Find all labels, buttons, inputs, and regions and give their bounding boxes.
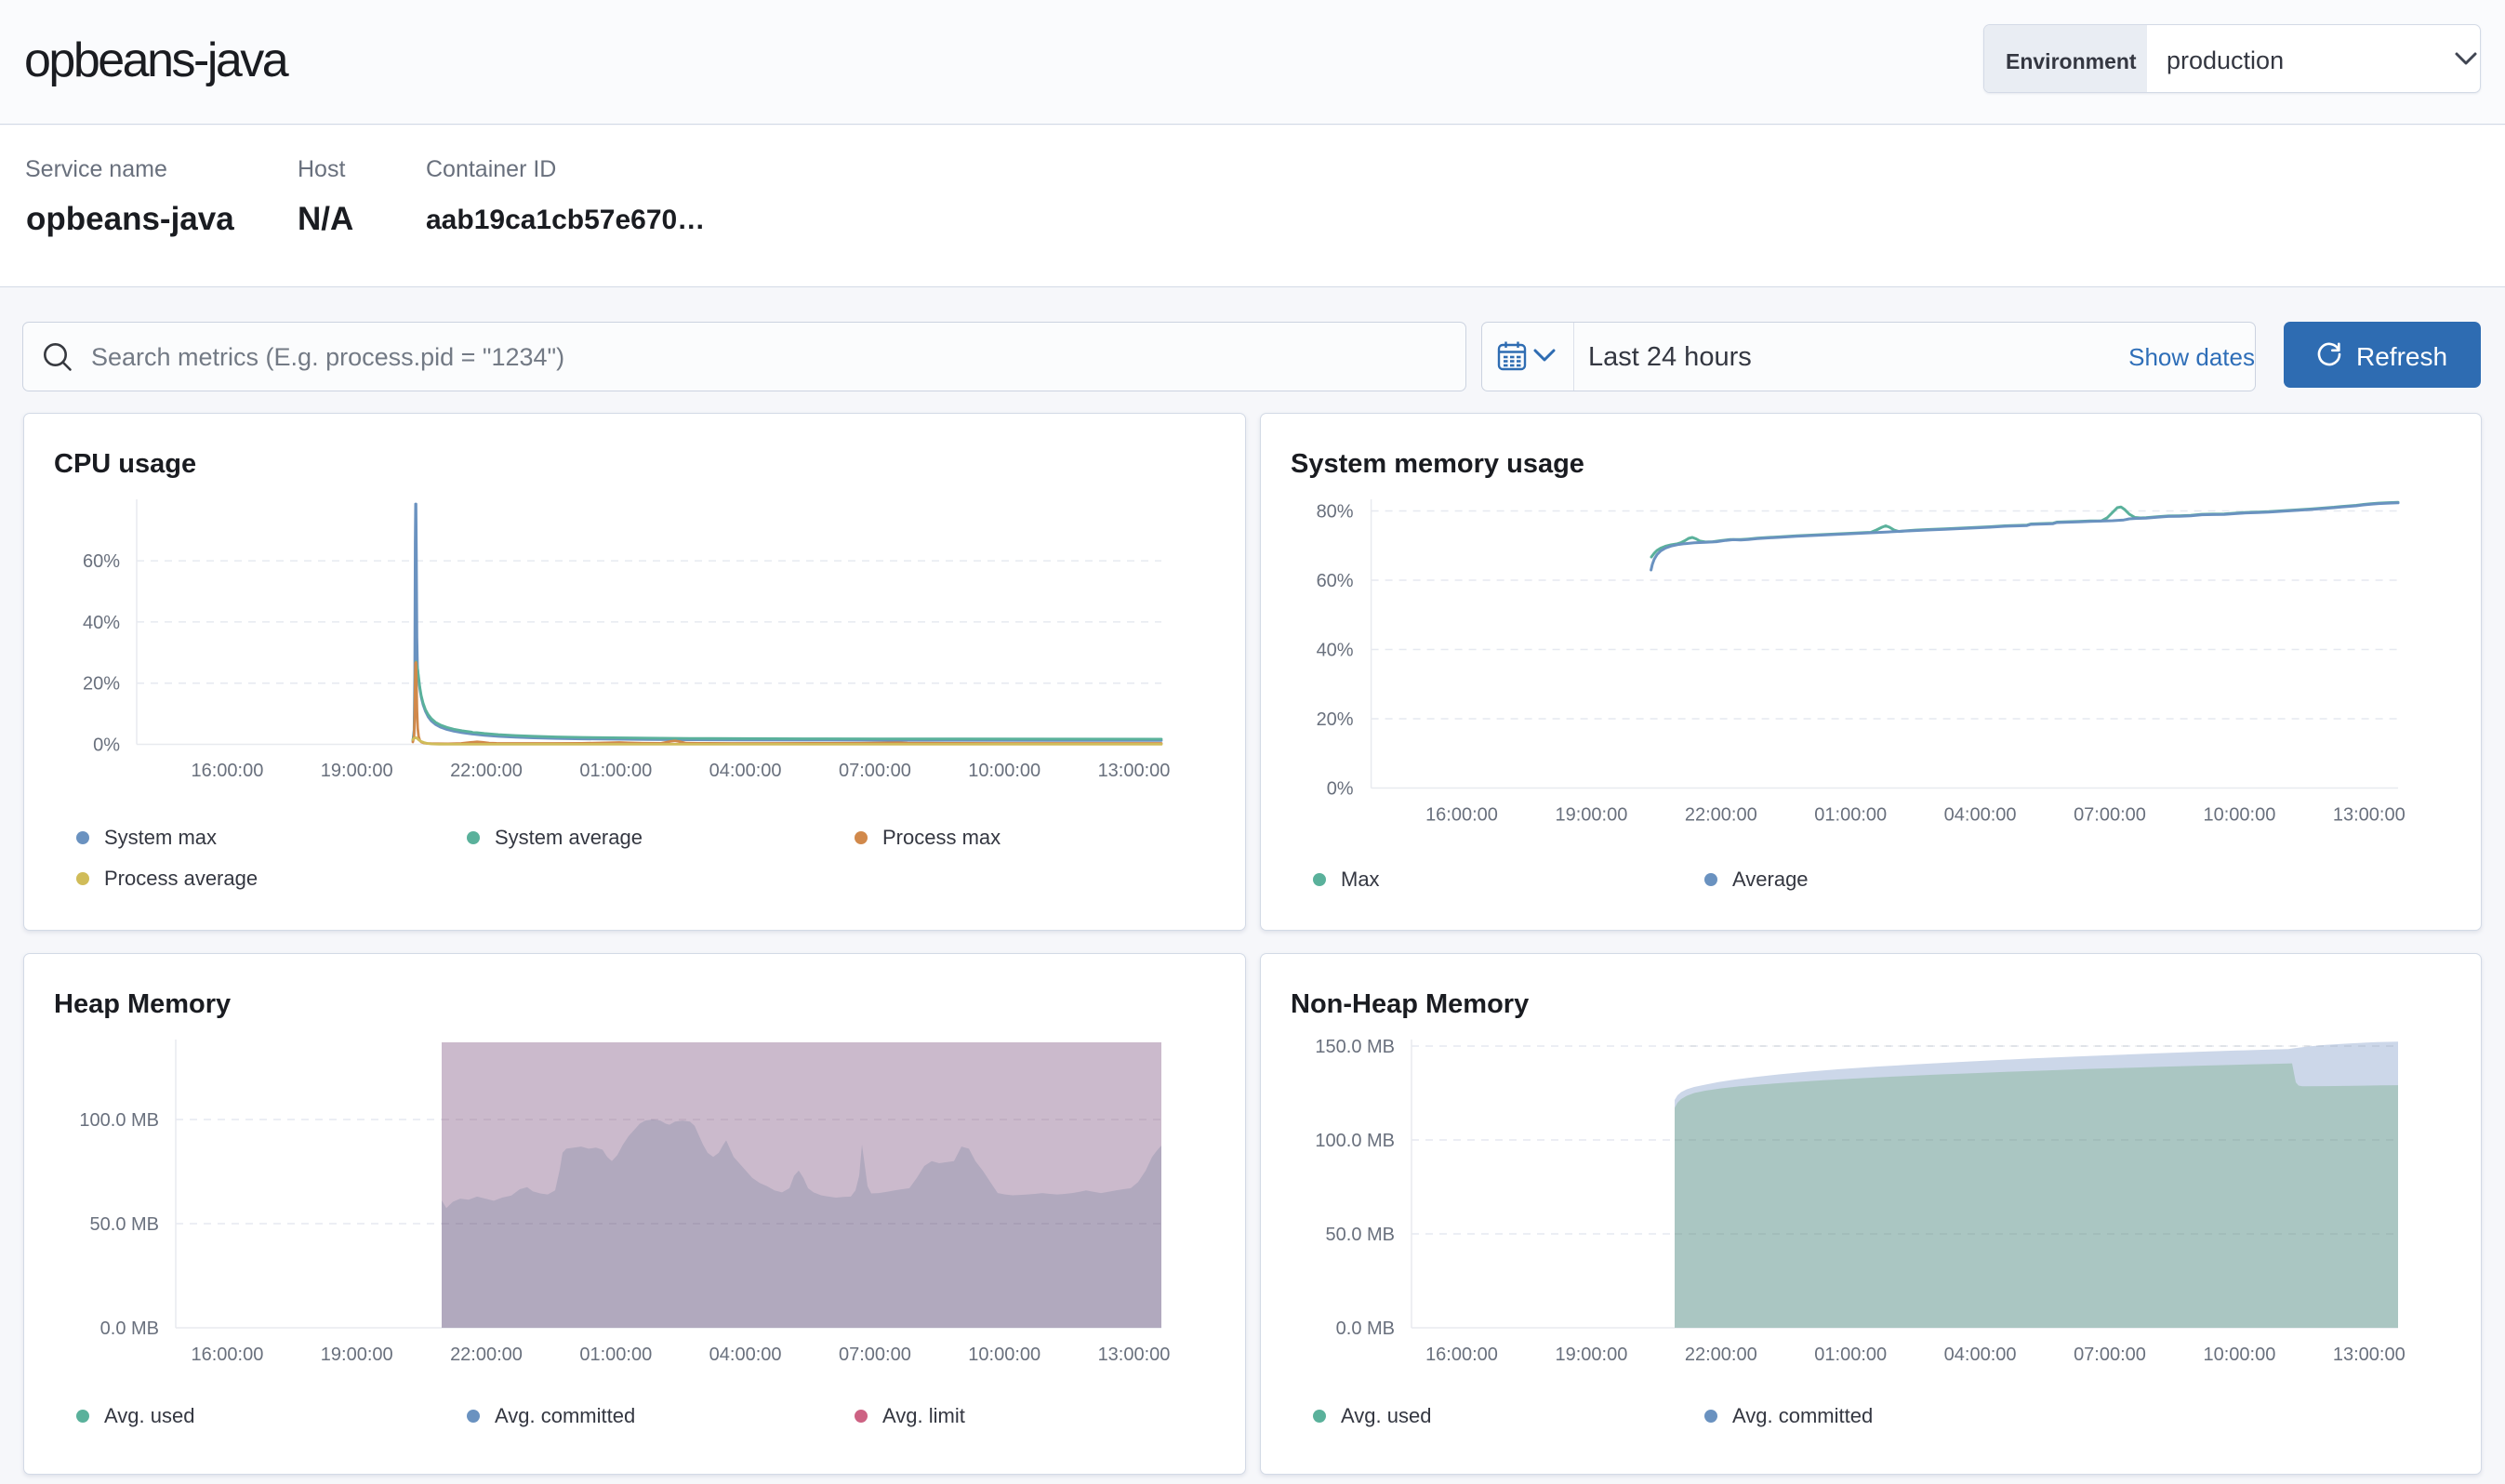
svg-text:01:00:00: 01:00:00 xyxy=(1814,1345,1887,1365)
svg-text:22:00:00: 22:00:00 xyxy=(450,1345,523,1365)
svg-text:04:00:00: 04:00:00 xyxy=(1944,1345,2017,1365)
svg-text:10:00:00: 10:00:00 xyxy=(2203,1345,2275,1365)
svg-text:07:00:00: 07:00:00 xyxy=(2074,805,2146,826)
svg-text:13:00:00: 13:00:00 xyxy=(2333,1345,2406,1365)
svg-text:19:00:00: 19:00:00 xyxy=(321,1345,393,1365)
svg-text:10:00:00: 10:00:00 xyxy=(968,761,1040,781)
svg-text:10:00:00: 10:00:00 xyxy=(2203,805,2275,826)
svg-text:01:00:00: 01:00:00 xyxy=(579,1345,652,1365)
svg-text:0%: 0% xyxy=(93,735,120,756)
svg-text:10:00:00: 10:00:00 xyxy=(968,1345,1040,1365)
svg-text:04:00:00: 04:00:00 xyxy=(709,1345,782,1365)
svg-text:13:00:00: 13:00:00 xyxy=(1098,761,1171,781)
svg-text:40%: 40% xyxy=(1317,641,1354,661)
svg-text:20%: 20% xyxy=(83,674,120,695)
svg-text:16:00:00: 16:00:00 xyxy=(191,761,263,781)
svg-text:16:00:00: 16:00:00 xyxy=(191,1345,263,1365)
svg-text:04:00:00: 04:00:00 xyxy=(709,761,782,781)
svg-text:07:00:00: 07:00:00 xyxy=(2074,1345,2146,1365)
svg-text:07:00:00: 07:00:00 xyxy=(839,761,911,781)
svg-text:22:00:00: 22:00:00 xyxy=(1685,1345,1757,1365)
svg-text:07:00:00: 07:00:00 xyxy=(839,1345,911,1365)
svg-text:100.0 MB: 100.0 MB xyxy=(1315,1131,1395,1151)
svg-text:16:00:00: 16:00:00 xyxy=(1425,805,1498,826)
svg-text:40%: 40% xyxy=(83,613,120,633)
svg-text:22:00:00: 22:00:00 xyxy=(1685,805,1757,826)
svg-text:19:00:00: 19:00:00 xyxy=(1555,1345,1627,1365)
svg-text:13:00:00: 13:00:00 xyxy=(1098,1345,1171,1365)
svg-text:50.0 MB: 50.0 MB xyxy=(1326,1225,1395,1245)
svg-text:20%: 20% xyxy=(1317,709,1354,730)
svg-text:01:00:00: 01:00:00 xyxy=(579,761,652,781)
svg-text:50.0 MB: 50.0 MB xyxy=(90,1214,159,1235)
svg-text:0.0 MB: 0.0 MB xyxy=(100,1318,159,1339)
svg-text:19:00:00: 19:00:00 xyxy=(321,761,393,781)
svg-text:60%: 60% xyxy=(83,551,120,572)
svg-text:13:00:00: 13:00:00 xyxy=(2333,805,2406,826)
svg-text:16:00:00: 16:00:00 xyxy=(1425,1345,1498,1365)
svg-text:0%: 0% xyxy=(1327,779,1354,800)
svg-text:80%: 80% xyxy=(1317,502,1354,523)
svg-text:0.0 MB: 0.0 MB xyxy=(1336,1318,1395,1339)
svg-text:150.0 MB: 150.0 MB xyxy=(1315,1037,1395,1057)
svg-text:60%: 60% xyxy=(1317,571,1354,591)
svg-text:100.0 MB: 100.0 MB xyxy=(79,1110,159,1131)
svg-text:22:00:00: 22:00:00 xyxy=(450,761,523,781)
svg-text:19:00:00: 19:00:00 xyxy=(1555,805,1627,826)
svg-text:04:00:00: 04:00:00 xyxy=(1944,805,2017,826)
svg-text:01:00:00: 01:00:00 xyxy=(1814,805,1887,826)
